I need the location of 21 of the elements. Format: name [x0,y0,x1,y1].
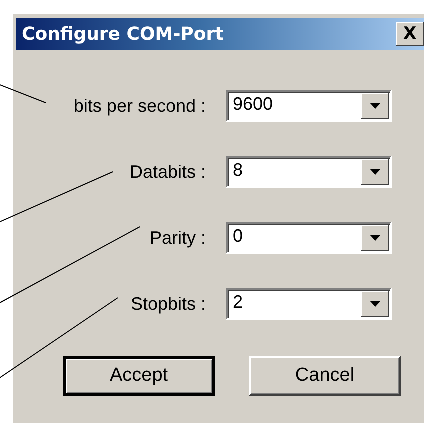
dropdown-field[interactable]: 9600 [226,90,392,122]
dropdown-button[interactable] [361,225,389,251]
dropdown-button[interactable] [361,93,389,119]
leader-line [0,84,46,104]
accept-button[interactable]: Accept [63,356,215,396]
dropdown-field[interactable]: 0 [226,222,392,254]
field-label: Databits : [130,162,206,182]
dropdown-button[interactable] [361,291,389,317]
caret-icon [370,103,380,109]
caret-icon [370,235,380,241]
dropdown-field[interactable]: 8 [226,156,392,188]
caret-icon [370,301,380,307]
dropdown-field[interactable]: 2 [226,288,392,320]
window-title: Configure COM-Port [22,24,224,44]
dropdown-button[interactable] [361,159,389,185]
caret-icon [370,169,380,175]
cancel-button[interactable]: Cancel [249,356,401,396]
field-label: bits per second : [74,96,206,116]
field-label: Parity : [150,228,206,248]
field-label: Stopbits : [130,294,206,314]
close-button[interactable]: X [396,22,424,46]
